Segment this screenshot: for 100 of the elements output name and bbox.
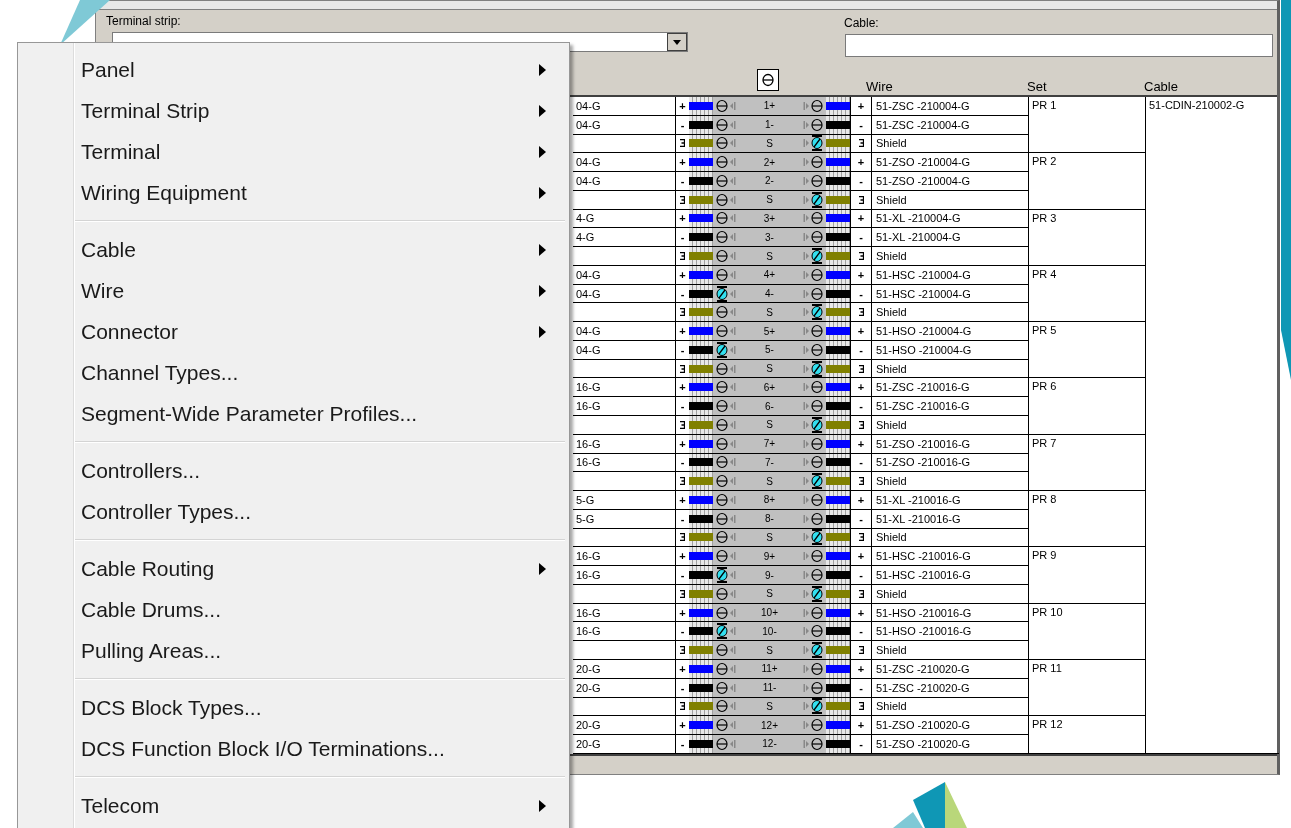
- terminal-block[interactable]: 1+: [689, 97, 850, 116]
- left-pointer-icon: [730, 364, 736, 373]
- wire-cell: 51-XL -210004-G: [871, 228, 1029, 248]
- right-pointer-icon: [803, 176, 809, 185]
- polarity-sign: -: [859, 231, 863, 244]
- polarity-sign: -: [859, 287, 863, 300]
- wire-end-cell: 16-G: [573, 453, 676, 473]
- polarity-sign: +: [857, 381, 865, 394]
- polarity-sign: +: [679, 156, 686, 169]
- left-pointer-icon: [730, 402, 736, 411]
- wire-cell: 51-ZSC -210004-G: [871, 115, 1029, 135]
- menu-item[interactable]: Controller Types...: [18, 491, 569, 532]
- menu-item[interactable]: Cable Routing: [18, 548, 569, 589]
- menu-item[interactable]: Cable: [18, 229, 569, 270]
- shield-symbol-icon: [858, 195, 864, 204]
- set-cell: PR 9: [1029, 547, 1146, 604]
- terminal-block[interactable]: 12+: [689, 716, 850, 736]
- menu-item[interactable]: Connector: [18, 311, 569, 352]
- left-pointer-icon: [730, 627, 736, 636]
- polarity-sign: -: [680, 174, 685, 187]
- terminal-block[interactable]: 12-: [689, 735, 850, 754]
- column-header: Wire: [866, 79, 893, 94]
- wire-cell: 51-HSO -210016-G: [871, 603, 1029, 623]
- terminal-block[interactable]: 6+: [689, 378, 850, 398]
- wire-end-cell: 04-G: [573, 172, 676, 191]
- terminal-block[interactable]: 6-: [689, 397, 850, 416]
- cable-label: Cable:: [844, 16, 880, 30]
- right-pointer-icon: [803, 158, 809, 167]
- menu-item[interactable]: Segment-Wide Parameter Profiles...: [18, 393, 569, 434]
- menu-item[interactable]: DCS Function Block I/O Terminations...: [18, 728, 569, 769]
- menu-item[interactable]: Panel: [18, 49, 569, 90]
- wire-cell: Shield: [871, 697, 1029, 717]
- terminal-block[interactable]: 2+: [689, 153, 850, 173]
- wire-cell: 51-XL -210016-G: [871, 491, 1029, 510]
- right-pointer-icon: [803, 627, 809, 636]
- terminal-block[interactable]: 10-: [689, 622, 850, 642]
- menu-item[interactable]: Pulling Areas...: [18, 630, 569, 671]
- shield-symbol-icon: [680, 252, 685, 260]
- screw-toggle-button[interactable]: [757, 69, 779, 91]
- terminal-block[interactable]: 9-: [689, 566, 850, 585]
- terminal-block[interactable]: 9+: [689, 547, 850, 567]
- wire-cell: 51-ZSO -210020-G: [871, 716, 1029, 736]
- terminal-label: S: [765, 700, 774, 712]
- polarity-sign: +: [679, 99, 686, 112]
- terminal-block[interactable]: S: [689, 303, 850, 323]
- wire-cell: Shield: [871, 190, 1029, 210]
- menu-item[interactable]: Wire: [18, 270, 569, 311]
- cable-field[interactable]: [845, 34, 1273, 57]
- right-pointer-icon: [803, 664, 809, 673]
- shield-symbol-icon: [858, 364, 864, 373]
- terminal-block[interactable]: 3-: [689, 228, 850, 248]
- left-pointer-icon: [730, 176, 736, 185]
- wire-cell: 51-XL -210004-G: [871, 209, 1029, 229]
- polarity-sign: -: [680, 681, 685, 694]
- wire-end-cell: 16-G: [573, 603, 676, 623]
- right-pointer-icon: [803, 233, 809, 242]
- terminal-block[interactable]: S: [689, 247, 850, 266]
- set-cell: PR 11: [1029, 659, 1146, 717]
- wire-cell: 51-XL -210016-G: [871, 509, 1029, 529]
- menu-item[interactable]: Controllers...: [18, 450, 569, 491]
- terminal-block[interactable]: 5+: [689, 322, 850, 341]
- wire-cell: 51-ZSC -210016-G: [871, 397, 1029, 416]
- terminal-block[interactable]: 2-: [689, 172, 850, 191]
- column-header: Set: [1027, 79, 1047, 94]
- terminal-label: 11+: [760, 663, 779, 675]
- polarity-sign: -: [680, 400, 685, 413]
- polarity-sign: -: [859, 456, 863, 469]
- right-pointer-icon: [803, 327, 809, 336]
- terminal-block[interactable]: S: [689, 416, 850, 435]
- terminal-block[interactable]: S: [689, 641, 850, 660]
- menu-item[interactable]: Terminal: [18, 131, 569, 172]
- left-pointer-icon: [730, 233, 736, 242]
- menu-item[interactable]: Channel Types...: [18, 352, 569, 393]
- wire-end-cell: 16-G: [573, 397, 676, 416]
- terminal-block[interactable]: 8+: [689, 491, 850, 510]
- menu-item[interactable]: Telecom: [18, 785, 569, 826]
- right-pointer-icon: [803, 683, 809, 692]
- right-pointer-icon: [803, 439, 809, 448]
- menu-item[interactable]: DCS Block Types...: [18, 687, 569, 728]
- wire-cell: 51-ZSO -210004-G: [871, 172, 1029, 191]
- polarity-sign: -: [680, 118, 685, 131]
- right-pointer-icon: [803, 383, 809, 392]
- right-pointer-icon: [803, 646, 809, 655]
- wire-cell: 51-ZSC -210004-G: [871, 97, 1029, 116]
- menu-item[interactable]: Cable Drums...: [18, 589, 569, 630]
- wire-end-cell: 04-G: [573, 115, 676, 135]
- right-pointer-icon: [803, 458, 809, 467]
- polarity-sign: +: [857, 662, 865, 675]
- terminal-block[interactable]: S: [689, 472, 850, 492]
- menu-item[interactable]: Terminal Strip: [18, 90, 569, 131]
- wire-cell: 51-ZSO -210004-G: [871, 153, 1029, 173]
- terminal-label: S: [765, 419, 774, 431]
- shield-symbol-icon: [858, 139, 864, 148]
- wire-end-cell: 04-G: [573, 265, 676, 285]
- set-cell: PR 2: [1029, 153, 1146, 210]
- menu-item[interactable]: Wiring Equipment: [18, 172, 569, 213]
- terminal-label: S: [765, 532, 774, 543]
- wire-end-cell: 20-G: [573, 716, 676, 736]
- left-pointer-icon: [730, 270, 736, 279]
- right-pointer-icon: [803, 120, 809, 129]
